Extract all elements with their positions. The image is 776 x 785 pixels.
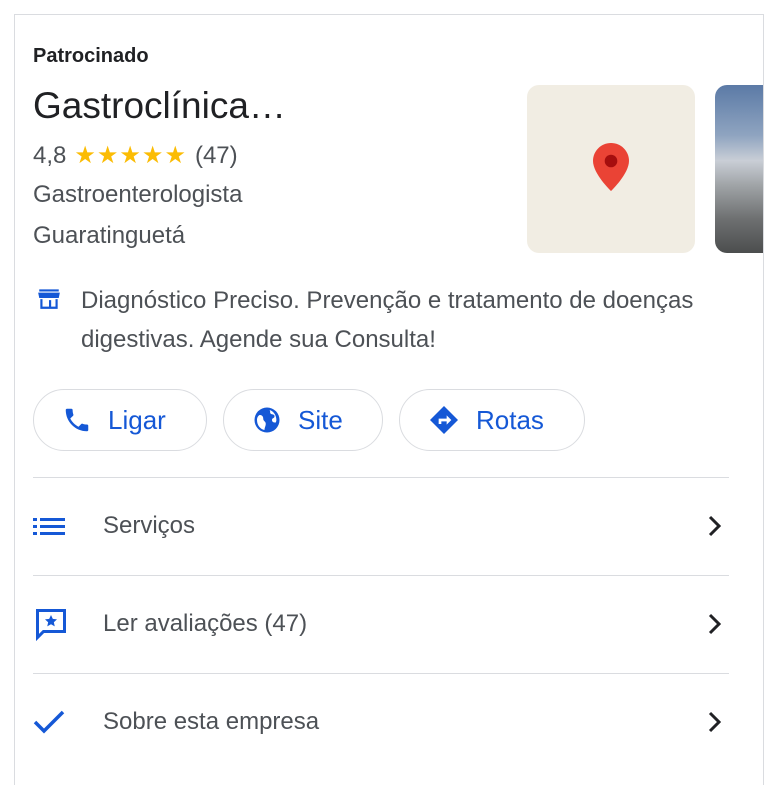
rating-value: 4,8 <box>33 141 67 169</box>
map-pin-icon <box>593 143 629 191</box>
business-name[interactable]: Gastroclínica… <box>33 85 286 127</box>
phone-icon <box>65 408 89 432</box>
business-city: Guaratinguetá <box>33 222 186 249</box>
store-icon <box>38 289 60 309</box>
services-label: Serviços <box>103 511 196 539</box>
check-icon <box>33 710 65 733</box>
reviews-label: Ler avaliações (47) <box>103 609 308 637</box>
business-card: Patrocinado Gastroclínica… 4,8 ★★★★★ (47… <box>14 14 764 785</box>
review-icon <box>36 608 66 641</box>
directions-icon <box>430 406 458 434</box>
business-photo[interactable] <box>715 85 763 253</box>
chevron-right-icon <box>708 711 721 732</box>
directions-button[interactable]: Rotas <box>399 389 585 451</box>
services-row[interactable]: Serviços <box>33 477 729 574</box>
site-label: Site <box>298 404 343 435</box>
call-button[interactable]: Ligar <box>33 389 207 451</box>
business-category: Gastroenterologista <box>33 181 243 208</box>
business-description: Diagnóstico Preciso. Prevenção e tratame… <box>81 287 694 353</box>
call-label: Ligar <box>108 404 166 435</box>
rating-row: 4,8 ★★★★★ (47) <box>33 141 238 170</box>
map-thumbnail[interactable] <box>527 85 695 253</box>
reviews-row[interactable]: Ler avaliações (47) <box>33 575 729 672</box>
list-icon <box>33 517 65 535</box>
directions-label: Rotas <box>476 404 544 435</box>
sponsored-label: Patrocinado <box>33 45 149 67</box>
globe-icon <box>254 407 280 433</box>
rating-stars: ★★★★★ <box>74 142 187 169</box>
review-count[interactable]: (47) <box>195 142 238 170</box>
about-label: Sobre esta empresa <box>103 707 320 735</box>
chevron-right-icon <box>708 613 721 634</box>
about-row[interactable]: Sobre esta empresa <box>33 673 729 770</box>
chevron-right-icon <box>708 515 721 536</box>
site-button[interactable]: Site <box>223 389 383 451</box>
